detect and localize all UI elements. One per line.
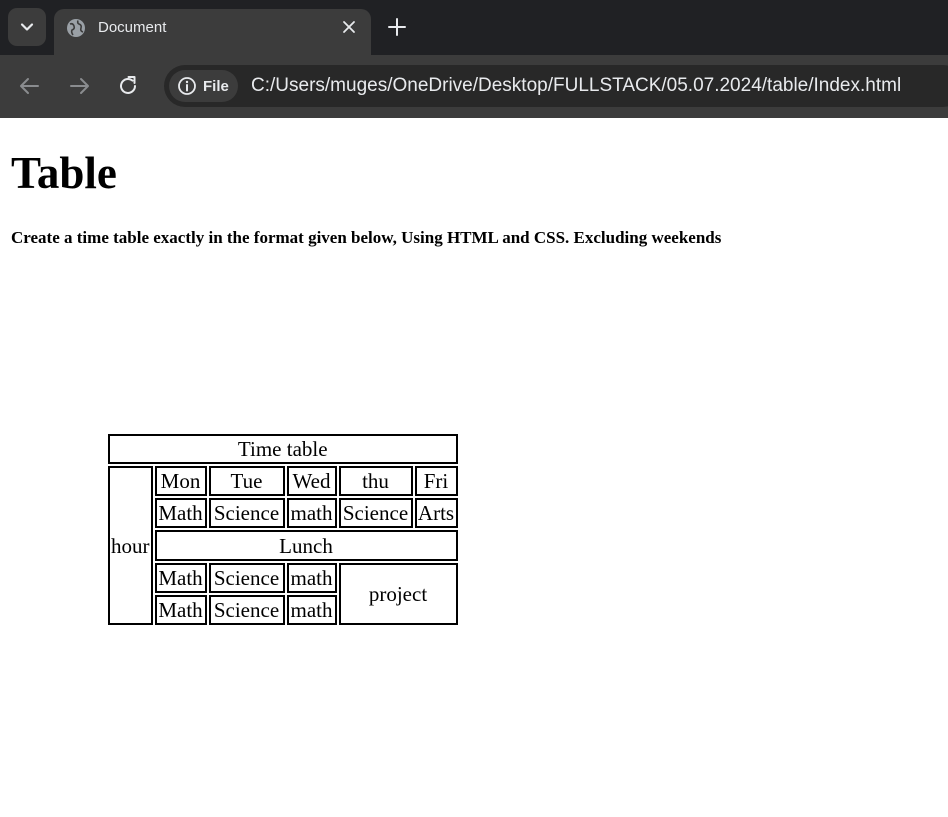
table-cell: Arts: [414, 498, 458, 528]
timetable: Time table hour Mon Tue Wed thu Fri Math…: [106, 432, 460, 627]
table-cell: math: [286, 595, 337, 625]
table-cell: Math: [154, 563, 207, 593]
days-row: hour Mon Tue Wed thu Fri: [108, 466, 458, 625]
globe-icon: [67, 19, 85, 37]
lunch-cell: Lunch: [154, 530, 458, 561]
table-cell: math: [286, 498, 337, 528]
reload-icon[interactable]: [115, 73, 141, 99]
table-cell: Science: [208, 498, 285, 528]
lunch-row: Lunch: [108, 530, 458, 561]
browser-toolbar: File C:/Users/muges/OneDrive/Desktop/FUL…: [0, 55, 948, 118]
day-header-fri: Fri: [414, 466, 458, 496]
project-cell: project: [338, 563, 458, 625]
table-cell: math: [286, 563, 337, 593]
file-chip-label: File: [203, 77, 229, 95]
table-cell: Math: [154, 595, 207, 625]
table-cell: Math: [154, 498, 207, 528]
site-info-chip[interactable]: File: [169, 70, 238, 102]
tab-strip: Document: [0, 0, 948, 55]
forward-arrow-icon[interactable]: [66, 73, 92, 99]
chevron-down-icon: [20, 23, 34, 31]
day-header-mon: Mon: [154, 466, 207, 496]
hour-header: hour: [108, 466, 153, 625]
page-title: Table: [11, 148, 117, 198]
tab-title: Document: [98, 19, 167, 36]
info-icon: [178, 77, 196, 95]
timetable-caption: Time table: [108, 434, 458, 464]
instructions-text: Create a time table exactly in the forma…: [11, 228, 722, 247]
table-cell: Science: [208, 595, 285, 625]
address-bar[interactable]: File C:/Users/muges/OneDrive/Desktop/FUL…: [164, 65, 948, 107]
day-header-wed: Wed: [286, 466, 337, 496]
back-arrow-icon[interactable]: [17, 73, 43, 99]
close-icon[interactable]: [341, 19, 357, 35]
tab-search-button[interactable]: [8, 8, 46, 46]
day-header-tue: Tue: [208, 466, 285, 496]
plus-icon[interactable]: [386, 16, 408, 38]
table-row: Math Science math project: [108, 563, 458, 625]
url-text[interactable]: C:/Users/muges/OneDrive/Desktop/FULLSTAC…: [251, 75, 901, 97]
day-header-thu: thu: [338, 466, 413, 496]
caption-row: Time table: [108, 434, 458, 464]
table-cell: Science: [208, 563, 285, 593]
table-row: Math Science math Science Arts: [108, 498, 458, 528]
table-cell: Science: [338, 498, 413, 528]
active-tab[interactable]: Document: [54, 9, 371, 55]
page-content: Table Create a time table exactly in the…: [0, 118, 948, 817]
